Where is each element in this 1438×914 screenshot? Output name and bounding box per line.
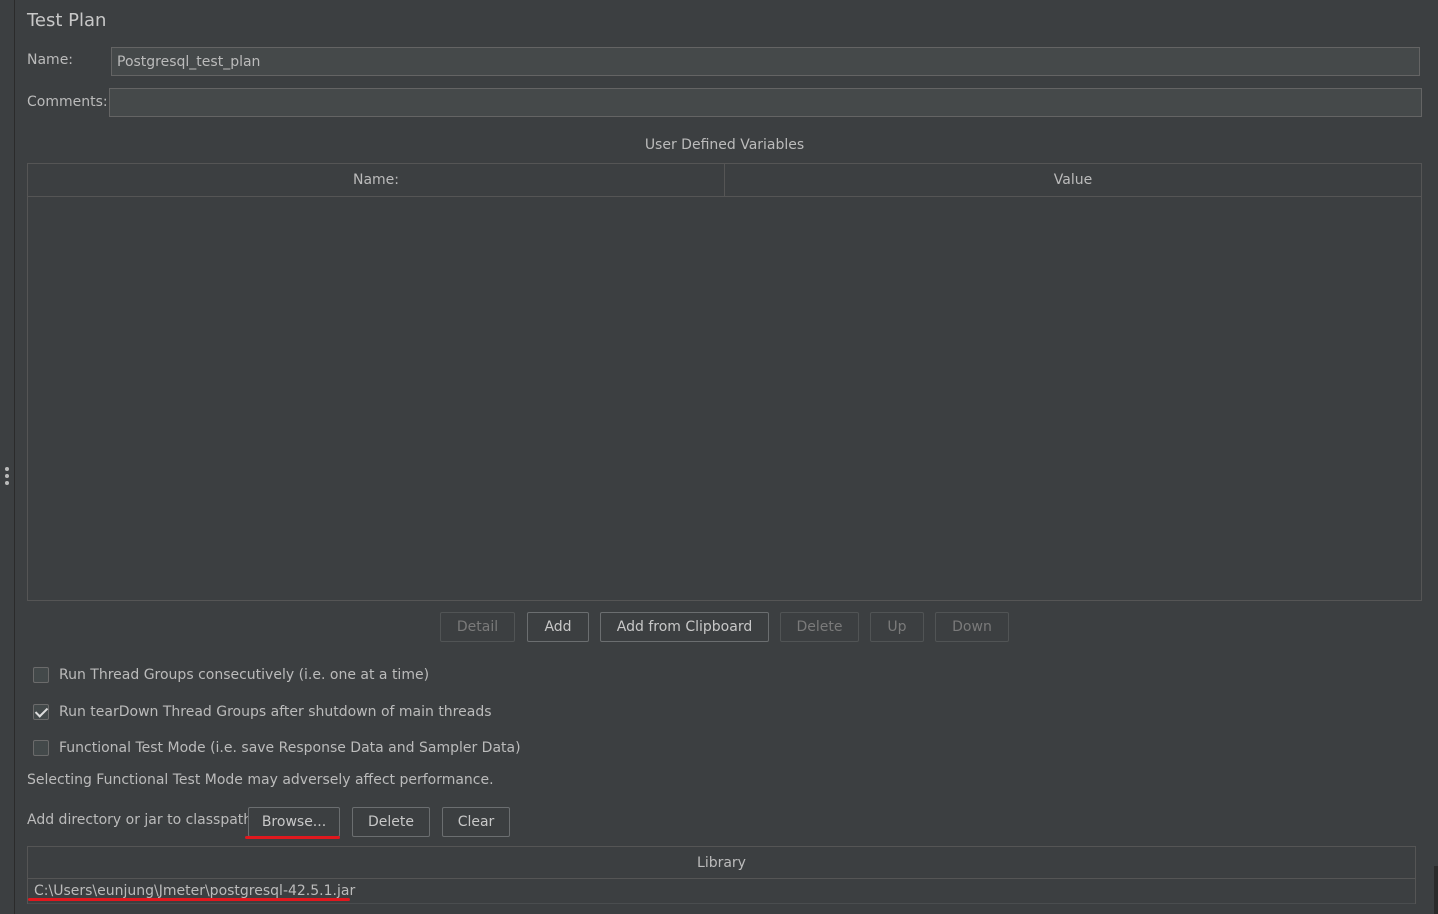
panel-title: Test Plan [27,10,107,31]
browse-button[interactable]: Browse... [248,807,340,837]
splitter-strip[interactable] [0,0,15,914]
run-consecutively-checkbox[interactable] [33,667,49,683]
run-consecutively-label: Run Thread Groups consecutively (i.e. on… [59,667,430,683]
variables-table-header: Name: Value [28,164,1421,197]
comments-input[interactable] [109,88,1422,117]
clear-button[interactable]: Clear [442,807,510,837]
add-from-clipboard-button[interactable]: Add from Clipboard [600,612,769,642]
functional-test-mode-checkbox[interactable] [33,740,49,756]
splitter-grip-icon[interactable] [5,467,9,485]
comments-label: Comments: [27,94,108,110]
column-header-name[interactable]: Name: [28,164,724,196]
column-header-value[interactable]: Value [724,164,1421,196]
option-functional-test-mode[interactable]: Functional Test Mode (i.e. save Response… [33,740,521,756]
name-label: Name: [27,52,74,68]
library-table[interactable]: Library C:\Users\eunjung\Jmeter\postgres… [27,846,1416,904]
user-defined-variables-caption: User Defined Variables [644,137,805,153]
option-run-consecutively[interactable]: Run Thread Groups consecutively (i.e. on… [33,667,429,683]
add-button[interactable]: Add [527,612,589,642]
up-button[interactable]: Up [870,612,924,642]
delete-classpath-button[interactable]: Delete [352,807,430,837]
test-plan-panel: Test Plan Name: Postgresql_test_plan Com… [0,0,1438,914]
option-run-teardown[interactable]: Run tearDown Thread Groups after shutdow… [33,704,492,720]
delete-variable-button[interactable]: Delete [780,612,859,642]
browse-highlight-underline [245,836,340,839]
name-input[interactable]: Postgresql_test_plan [111,47,1420,76]
down-button[interactable]: Down [935,612,1009,642]
functional-mode-note: Selecting Functional Test Mode may adver… [27,772,494,788]
detail-button[interactable]: Detail [440,612,515,642]
variables-table[interactable]: Name: Value [27,163,1422,601]
window-edge [1434,866,1438,914]
run-teardown-label: Run tearDown Thread Groups after shutdow… [59,704,492,720]
classpath-label: Add directory or jar to classpath [27,812,253,828]
run-teardown-checkbox[interactable] [33,704,49,720]
library-column-header[interactable]: Library [28,847,1415,879]
functional-test-mode-label: Functional Test Mode (i.e. save Response… [59,740,521,756]
library-path-highlight-underline [28,898,350,901]
